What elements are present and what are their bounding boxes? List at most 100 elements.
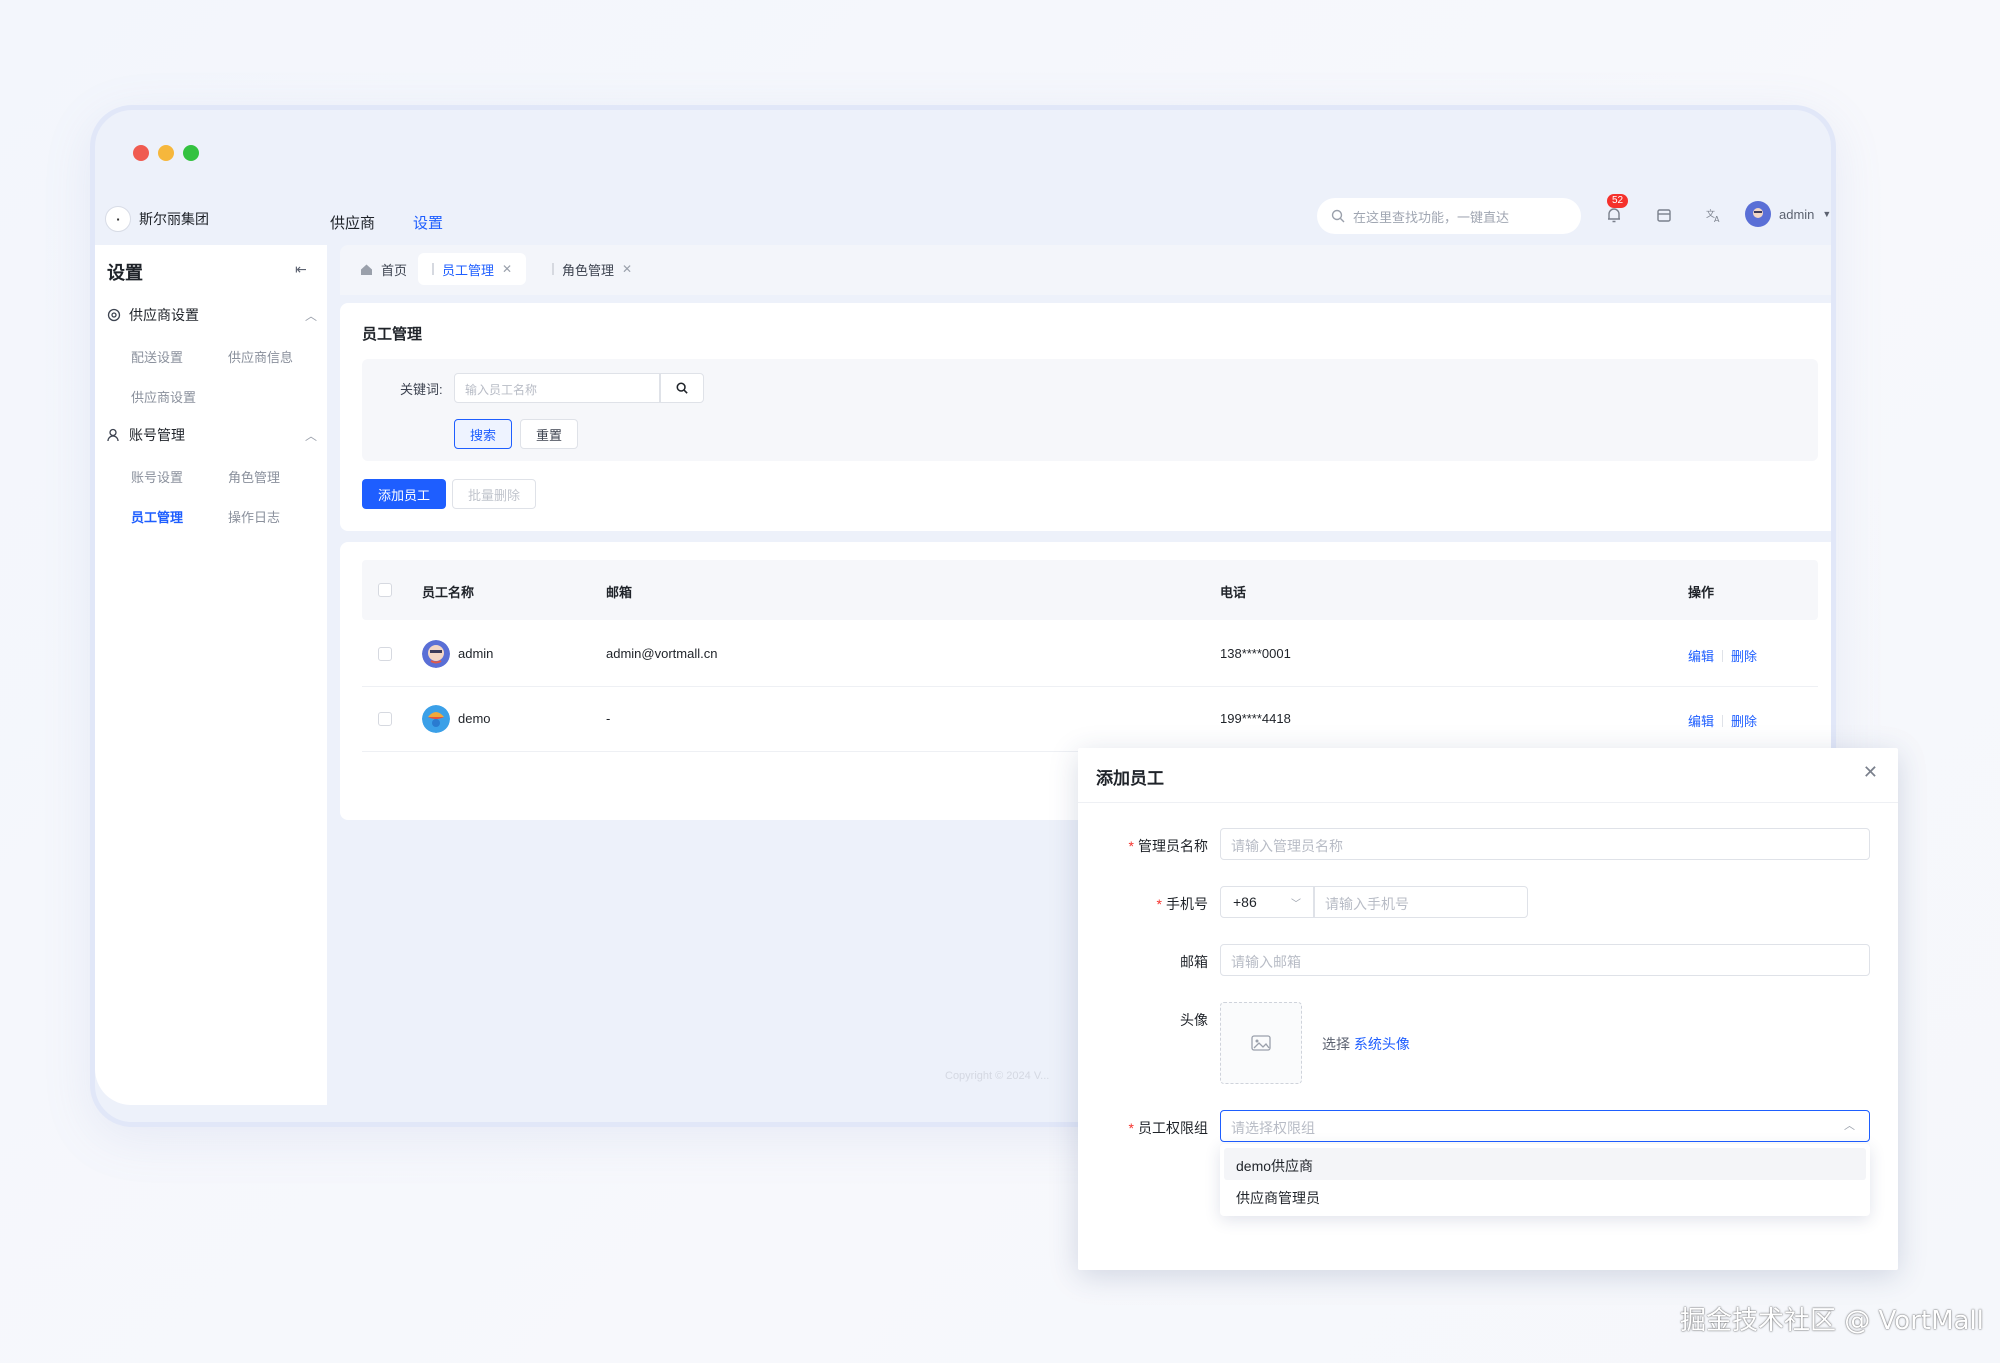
- sidebar-item-supplier-settings[interactable]: 供应商设置: [131, 387, 196, 406]
- email-input[interactable]: 请输入邮箱: [1220, 944, 1870, 976]
- close-icon[interactable]: ✕: [1863, 762, 1878, 783]
- keyword-label: 关键词:: [400, 382, 443, 397]
- staff-email: -: [606, 711, 611, 726]
- system-avatar-link[interactable]: 系统头像: [1354, 1036, 1410, 1052]
- column-header-phone: 电话: [1220, 585, 1247, 600]
- avatar-upload[interactable]: [1220, 1002, 1302, 1084]
- required-mark: *: [1156, 896, 1162, 912]
- home-icon: [361, 264, 372, 275]
- delete-link[interactable]: 删除: [1731, 711, 1757, 730]
- user-icon: [107, 428, 119, 442]
- close-icon[interactable]: ✕: [622, 262, 632, 276]
- brand[interactable]: ▪ 斯尔丽集团: [105, 206, 209, 232]
- table-row: demo - 199****4418 编辑 删除: [362, 687, 1818, 752]
- close-window-button[interactable]: [133, 145, 149, 161]
- row-checkbox[interactable]: [378, 647, 392, 661]
- keyword-input[interactable]: 输入员工名称: [454, 373, 660, 403]
- keyword-search-button[interactable]: [660, 373, 704, 403]
- role-group-select[interactable]: 请选择权限组 ︿: [1220, 1110, 1870, 1142]
- page-title: 员工管理: [362, 326, 423, 343]
- table-row: admin admin@vortmall.cn 138****0001 编辑 删…: [362, 622, 1818, 687]
- tab-staff-management[interactable]: 员工管理 ✕: [418, 253, 527, 285]
- top-navbar: ▪ 斯尔丽集团 供应商 设置 在这里查找功能，一键直达 52 文A admin …: [95, 194, 1831, 242]
- email-label: 邮箱: [1180, 954, 1208, 970]
- divider: [1078, 802, 1898, 803]
- caret-down-icon: ▼: [1822, 209, 1832, 219]
- avatar: [1745, 201, 1771, 227]
- filter-panel: 关键词: 输入员工名称 搜索 重置: [362, 359, 1818, 461]
- reset-button[interactable]: 重置: [520, 419, 578, 449]
- sidebar-item-operation-log[interactable]: 操作日志: [228, 507, 280, 526]
- close-icon[interactable]: ✕: [502, 262, 512, 276]
- search-icon: [1331, 209, 1345, 223]
- user-name: admin: [1779, 206, 1815, 222]
- search-placeholder: 在这里查找功能，一键直达: [1353, 209, 1510, 225]
- sidebar-item-supplier-info[interactable]: 供应商信息: [228, 347, 293, 366]
- choose-label: 选择: [1322, 1036, 1350, 1052]
- edit-link[interactable]: 编辑: [1688, 646, 1714, 665]
- search-button[interactable]: 搜索: [454, 419, 512, 449]
- watermark: 掘金技术社区 @ VortMall: [1680, 1306, 1984, 1336]
- staff-name: admin: [458, 646, 494, 661]
- sidebar-item-role-management[interactable]: 角色管理: [228, 467, 280, 486]
- minimize-window-button[interactable]: [158, 145, 174, 161]
- admin-name-input[interactable]: 请输入管理员名称: [1220, 828, 1870, 860]
- sidebar-item-account-settings[interactable]: 账号设置: [131, 467, 183, 486]
- divider: [1722, 649, 1724, 662]
- tab-bar: 首页 员工管理 ✕ 角色管理 ✕: [340, 245, 1831, 295]
- tab-role-management[interactable]: 角色管理 ✕: [538, 253, 646, 285]
- bell-icon[interactable]: 52: [1603, 194, 1629, 226]
- field-label: 管理员名称: [1138, 838, 1208, 854]
- dropdown-option[interactable]: 供应商管理员: [1224, 1180, 1866, 1212]
- tab-label: 首页: [381, 262, 408, 278]
- sidebar: 设置 ⇤ 供应商设置 ︿ 配送设置 供应商信息 供应商设置 账号管理 ︿ 账号设…: [95, 245, 327, 1105]
- search-icon: [676, 382, 688, 394]
- dropdown-option[interactable]: demo供应商: [1224, 1148, 1866, 1180]
- phone-input[interactable]: 请输入手机号: [1314, 886, 1528, 918]
- tab-divider: [432, 263, 434, 275]
- required-mark: *: [1128, 1120, 1134, 1136]
- edit-link[interactable]: 编辑: [1688, 711, 1714, 730]
- avatar: [422, 640, 450, 668]
- nav-menu: 供应商 设置: [330, 212, 443, 233]
- tab-home[interactable]: 首页: [346, 253, 421, 285]
- user-menu[interactable]: admin ▼: [1745, 201, 1831, 227]
- nav-item-supplier[interactable]: 供应商: [330, 212, 375, 233]
- sidebar-item-staff-management[interactable]: 员工管理: [131, 507, 183, 526]
- select-placeholder: 请选择权限组: [1231, 1120, 1315, 1136]
- add-staff-dialog: 添加员工 ✕ * 管理员名称 请输入管理员名称 * 手机号 +86 ﹀ 请输入手机号…: [1078, 748, 1898, 1270]
- delete-link[interactable]: 删除: [1731, 646, 1757, 665]
- maximize-window-button[interactable]: [183, 145, 199, 161]
- select-all-checkbox[interactable]: [378, 583, 392, 597]
- chevron-up-icon: ︿: [304, 308, 317, 323]
- batch-delete-button[interactable]: 批量删除: [452, 479, 536, 509]
- column-header-actions: 操作: [1688, 585, 1715, 600]
- chevron-up-icon: ︿: [1844, 1120, 1855, 1132]
- table-header: 员工名称 邮箱 电话 操作: [362, 560, 1818, 620]
- sidebar-item-delivery-settings[interactable]: 配送设置: [131, 347, 183, 366]
- window-controls: [133, 145, 199, 161]
- divider: [1722, 714, 1724, 727]
- filter-card: 员工管理 关键词: 输入员工名称 搜索 重置 添加员工 批量删除: [340, 303, 1831, 531]
- sidebar-group-account[interactable]: 账号管理 ︿: [107, 425, 317, 445]
- store-icon[interactable]: [1653, 204, 1675, 226]
- role-group-label: * 员工权限组: [1078, 1118, 1208, 1138]
- sidebar-group-supplier-settings[interactable]: 供应商设置 ︿: [107, 305, 317, 325]
- chevron-down-icon: ﹀: [1291, 898, 1301, 910]
- role-group-dropdown: demo供应商 供应商管理员: [1220, 1144, 1870, 1216]
- staff-name: demo: [458, 711, 491, 726]
- row-actions: 编辑 删除: [1688, 646, 1757, 665]
- svg-text:A: A: [1714, 215, 1720, 224]
- global-search[interactable]: 在这里查找功能，一键直达: [1317, 198, 1581, 234]
- settings-icon: [107, 308, 121, 322]
- country-code-select[interactable]: +86 ﹀: [1220, 886, 1314, 918]
- sidebar-title: 设置: [107, 263, 143, 283]
- collapse-sidebar-icon[interactable]: ⇤: [295, 261, 307, 278]
- row-checkbox[interactable]: [378, 712, 392, 726]
- avatar: [422, 705, 450, 733]
- add-staff-button[interactable]: 添加员工: [362, 479, 446, 509]
- tab-divider: [552, 263, 554, 275]
- sidebar-group-label: 账号管理: [129, 427, 185, 443]
- translate-icon[interactable]: 文A: [1703, 204, 1725, 226]
- nav-item-settings[interactable]: 设置: [413, 212, 443, 233]
